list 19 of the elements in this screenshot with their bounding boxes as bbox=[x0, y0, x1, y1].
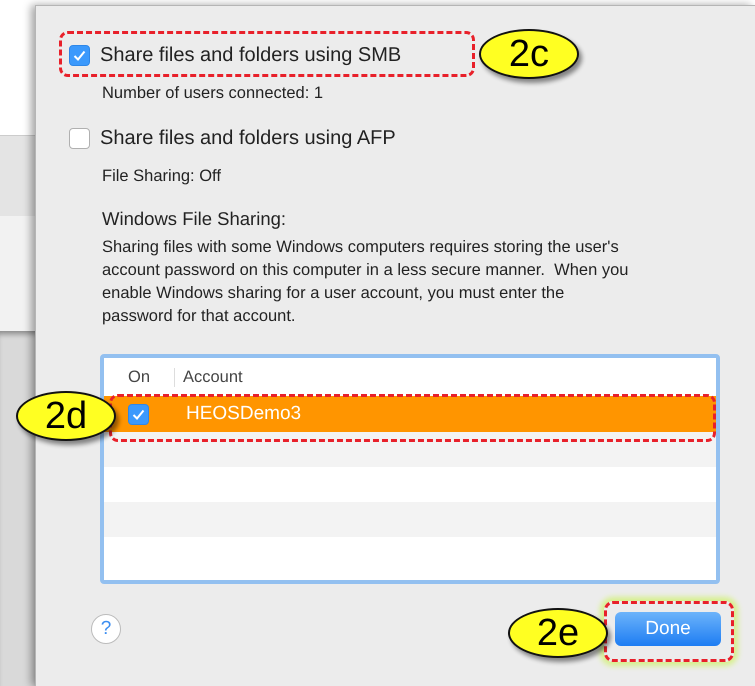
checkbox[interactable] bbox=[128, 404, 149, 424]
column-header: Account bbox=[174, 368, 243, 386]
callout-label: 2c bbox=[479, 29, 579, 79]
checkmark-icon bbox=[132, 408, 145, 420]
checkbox-label: Share files and folders using AFP bbox=[100, 126, 396, 150]
checkbox[interactable] bbox=[69, 44, 90, 66]
description-text: Sharing files with some Windows computers requires storing the user's account password on this computer in a less secure manner. When you enable Windows sharing for a user account, you must enter the password for that account. bbox=[102, 237, 630, 327]
help-button[interactable]: ? bbox=[91, 614, 121, 644]
status-text: File Sharing: Off bbox=[102, 167, 222, 186]
table-row[interactable]: HEOSDemo3 bbox=[104, 396, 716, 432]
checkbox-label: Share files and folders using SMB bbox=[100, 44, 402, 66]
checkmark-icon bbox=[73, 50, 86, 60]
callout-label: 2e bbox=[508, 608, 608, 658]
column-header: On bbox=[127, 368, 152, 386]
status-text: Number of users connected: 1 bbox=[102, 84, 324, 103]
done-button[interactable]: Done bbox=[615, 612, 721, 646]
checkbox[interactable] bbox=[69, 128, 90, 148]
account-name: HEOSDemo3 bbox=[185, 403, 302, 425]
section-heading: Windows File Sharing: bbox=[102, 208, 288, 230]
